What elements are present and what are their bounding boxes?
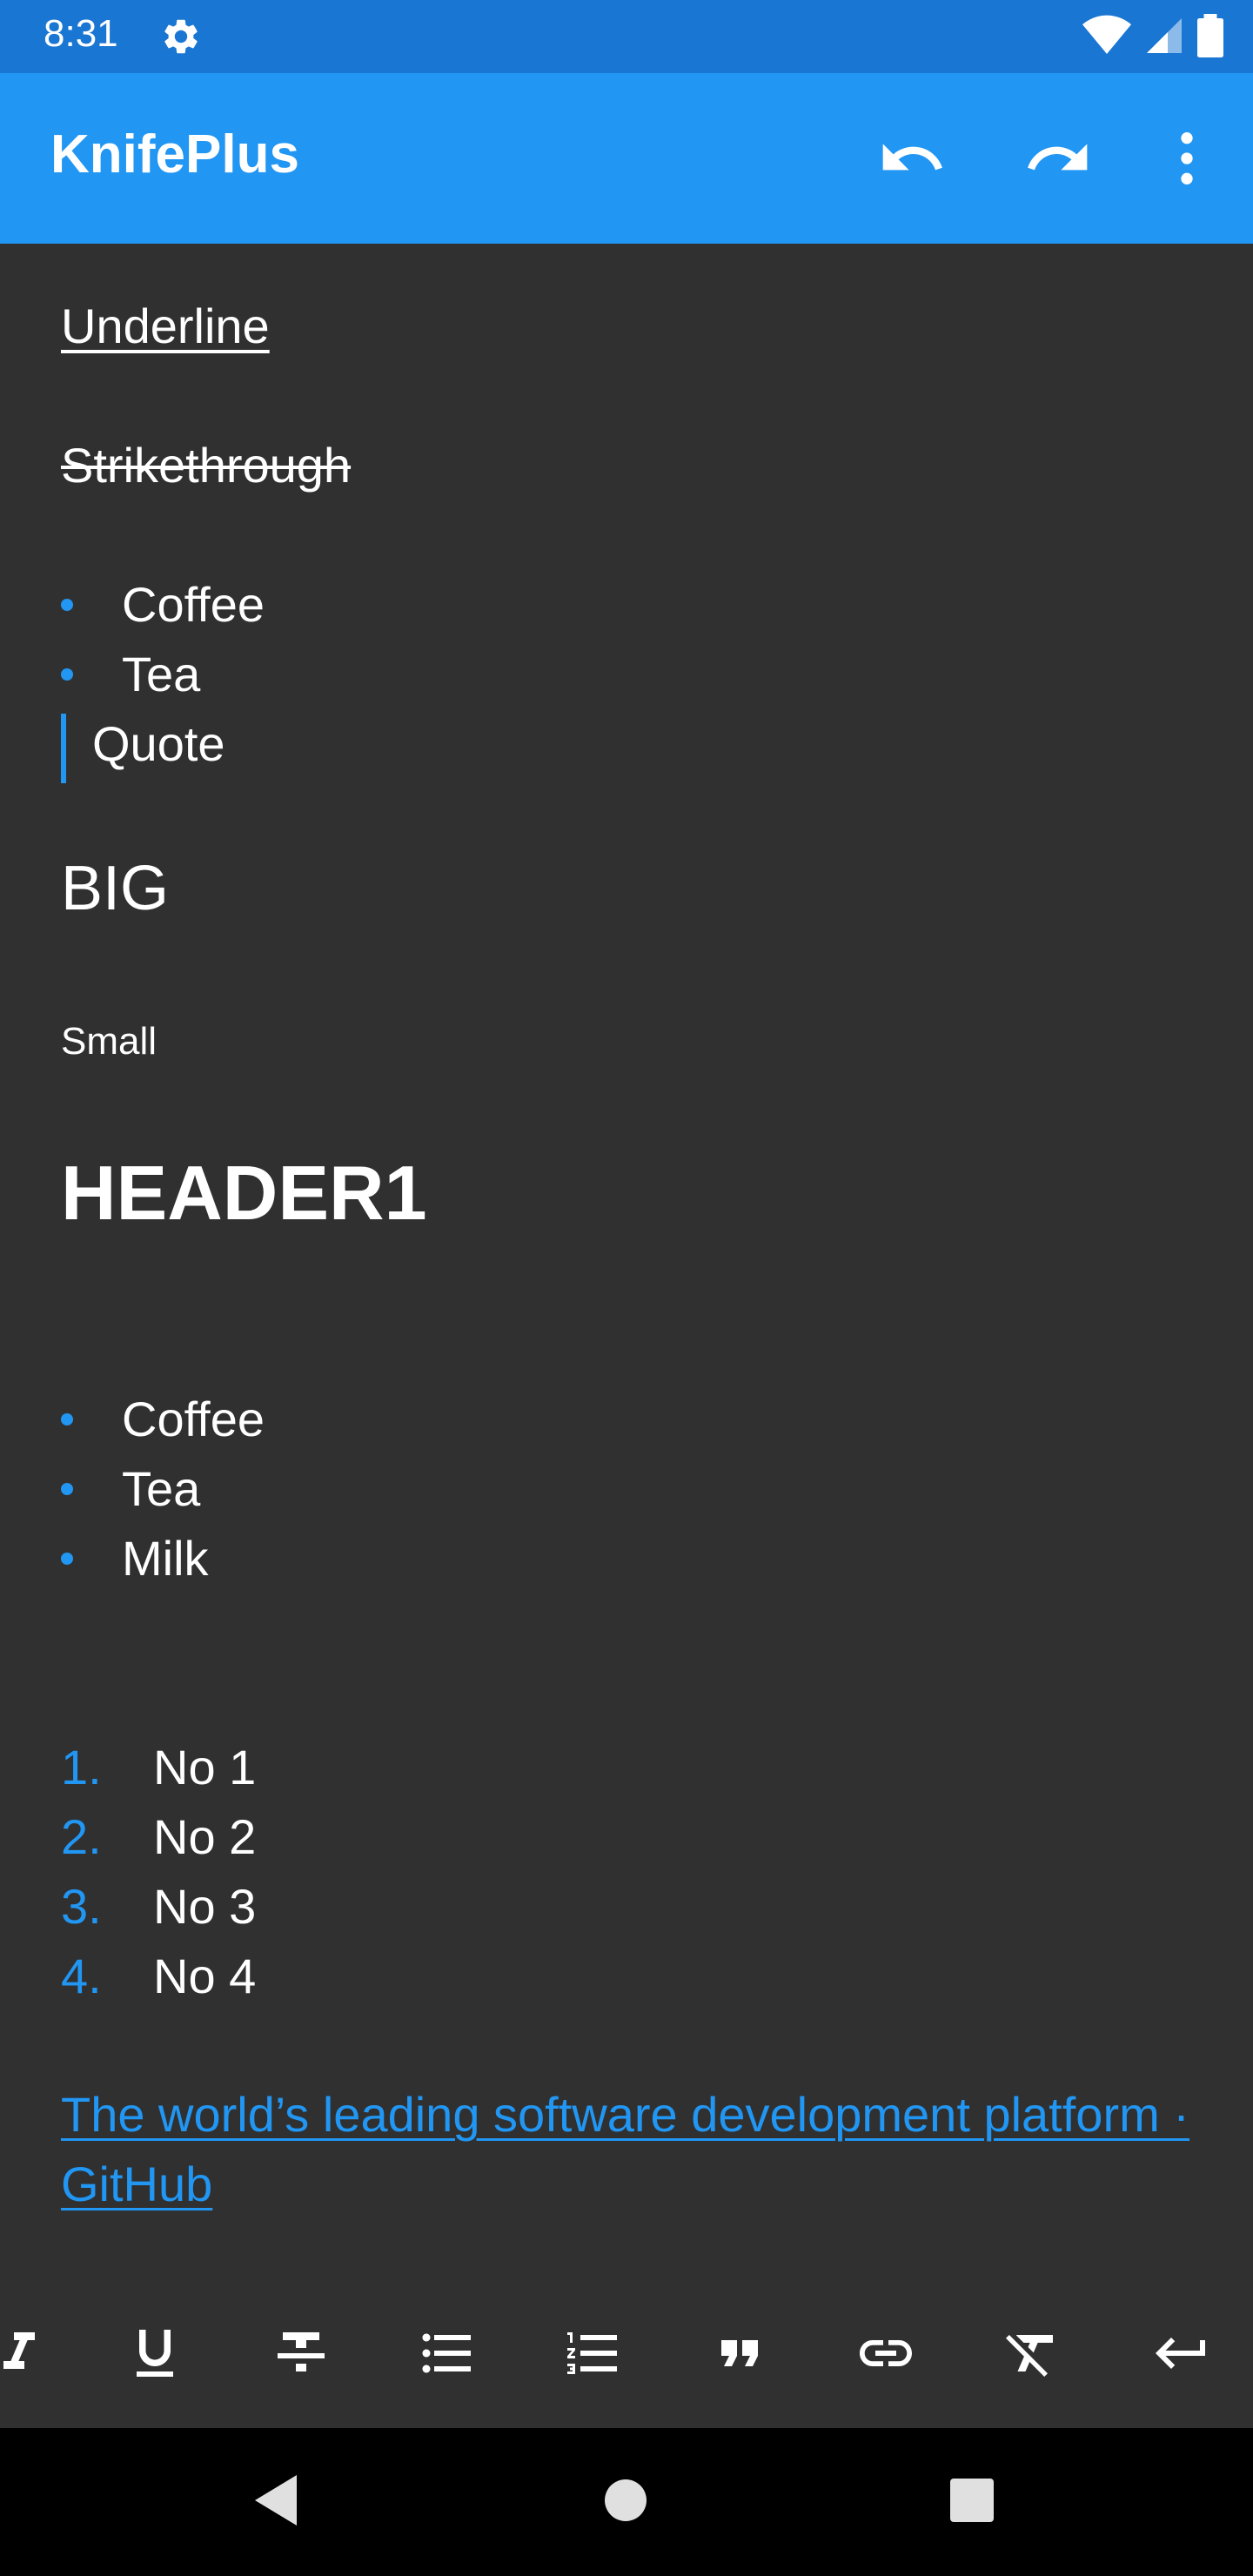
recents-button[interactable] xyxy=(924,2454,1020,2550)
underline-button[interactable] xyxy=(113,2313,197,2397)
numbered-item: No 4 xyxy=(153,1949,257,2003)
bullet-dot xyxy=(61,1413,73,1426)
battery-icon xyxy=(1197,14,1223,62)
format-toolbar xyxy=(0,2280,1253,2428)
undo-button[interactable] xyxy=(870,118,954,202)
header1-text: HEADER1 xyxy=(61,1150,427,1236)
enter-icon xyxy=(1150,2322,1213,2389)
list-number: 1. xyxy=(61,1740,102,1794)
quote-icon xyxy=(708,2322,771,2389)
bullet-dot xyxy=(61,1483,73,1495)
status-bar: 8:31 xyxy=(0,0,1253,73)
underline-text: Underline xyxy=(61,299,270,353)
settings-gear-icon xyxy=(160,16,202,57)
recents-square-icon xyxy=(949,2478,995,2527)
github-link[interactable]: The world’s leading software development… xyxy=(61,2080,1192,2219)
bullet-item: Tea xyxy=(122,647,201,701)
rich-text-editor[interactable]: Underline Strikethrough Coffee Tea Quote… xyxy=(0,244,1253,2280)
link-button[interactable] xyxy=(844,2313,928,2397)
app-bar: KnifePlus xyxy=(0,73,1253,244)
enter-button[interactable] xyxy=(1140,2313,1223,2397)
bullet-list-button[interactable] xyxy=(405,2313,489,2397)
more-options-button[interactable] xyxy=(1145,118,1229,202)
bullet-list-icon xyxy=(416,2322,479,2389)
home-circle-icon xyxy=(603,2478,648,2527)
numbered-item: No 2 xyxy=(153,1809,257,1864)
italic-icon xyxy=(0,2322,50,2389)
clear-format-icon xyxy=(1001,2322,1063,2389)
strikethrough-button[interactable] xyxy=(259,2313,343,2397)
small-text: Small xyxy=(61,1020,157,1063)
strikethrough-icon xyxy=(270,2322,332,2389)
more-vert-icon xyxy=(1152,124,1222,198)
back-triangle-icon xyxy=(251,2473,300,2532)
quote-button[interactable] xyxy=(698,2313,781,2397)
redo-button[interactable] xyxy=(1016,118,1100,202)
numbered-list-button[interactable] xyxy=(552,2313,635,2397)
numbered-item: No 1 xyxy=(153,1740,257,1794)
numbered-item: No 3 xyxy=(153,1879,257,1934)
numbered-list-icon xyxy=(562,2322,625,2389)
bullet-item: Coffee xyxy=(122,577,265,632)
quote-bar xyxy=(61,714,66,783)
clear-format-button[interactable] xyxy=(990,2313,1074,2397)
strikethrough-text: Strikethrough xyxy=(61,438,352,493)
quote-text: Quote xyxy=(92,716,225,771)
bullet-item: Tea xyxy=(122,1461,201,1516)
italic-button[interactable] xyxy=(0,2313,61,2397)
home-button[interactable] xyxy=(578,2454,673,2550)
big-text: BIG xyxy=(61,854,170,923)
link-icon xyxy=(854,2322,917,2389)
wifi-icon xyxy=(1082,15,1131,61)
app-title: KnifePlus xyxy=(50,124,299,184)
list-number: 2. xyxy=(61,1809,102,1864)
list-number: 3. xyxy=(61,1879,102,1934)
list-number: 4. xyxy=(61,1949,102,2003)
bullet-dot xyxy=(61,668,73,681)
status-icons xyxy=(1082,14,1223,62)
back-button[interactable] xyxy=(228,2454,324,2550)
underline-icon xyxy=(124,2322,186,2389)
redo-icon xyxy=(1023,124,1093,198)
bullet-item: Coffee xyxy=(122,1392,265,1446)
undo-icon xyxy=(877,124,947,198)
bullet-dot xyxy=(61,1553,73,1565)
navigation-bar xyxy=(0,2428,1253,2576)
status-time: 8:31 xyxy=(44,12,118,55)
bullet-dot xyxy=(61,599,73,611)
cell-signal-icon xyxy=(1143,15,1185,61)
bullet-item: Milk xyxy=(122,1531,209,1586)
